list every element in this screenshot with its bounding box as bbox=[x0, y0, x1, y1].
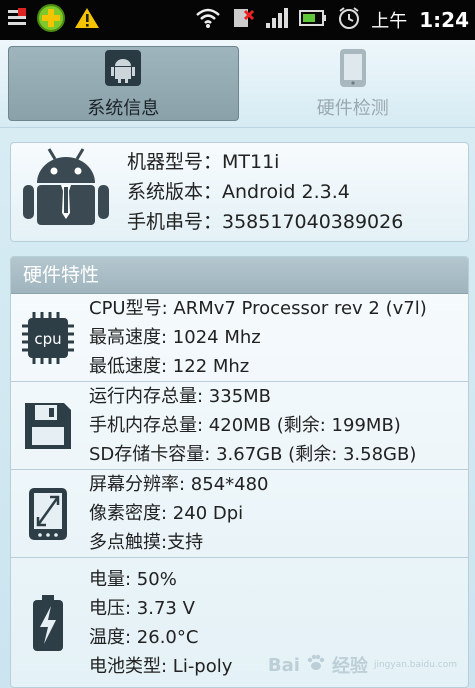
tab-bar: 系统信息 硬件检测 bbox=[0, 40, 475, 128]
multitouch-support: 多点触摸:支持 bbox=[89, 532, 204, 553]
pixel-density: 像素密度: 240 Dpi bbox=[89, 503, 244, 524]
cpu-lines: CPU型号: ARMv7 Processor rev 2 (v7l) 最高速度:… bbox=[89, 294, 427, 381]
app-content: 系统信息 硬件检测 机器型号：MT11i 系统版本：Android 2.3.4 … bbox=[0, 40, 475, 688]
device-imei: 手机串号：358517040389026 bbox=[127, 211, 404, 233]
cpu-icon-text: cpu bbox=[34, 330, 61, 348]
tab-system-info[interactable]: 系统信息 bbox=[8, 46, 239, 121]
screen-resolution: 屏幕分辨率: 854*480 bbox=[89, 474, 269, 495]
android-robot-icon bbox=[19, 145, 113, 239]
clock-time: 1:24 bbox=[419, 8, 469, 32]
battery-icon bbox=[299, 9, 327, 31]
memory-lines: 运行内存总量: 335MB 手机内存总量: 420MB (剩余: 199MB) … bbox=[89, 382, 416, 469]
sd-card-storage: SD存储卡容量: 3.67GB (剩余: 3.58GB) bbox=[89, 444, 417, 465]
paw-icon bbox=[306, 653, 326, 678]
screen-resize-icon bbox=[19, 485, 77, 543]
baidu-watermark-brand: Bai bbox=[267, 654, 300, 676]
tab-system-info-label: 系统信息 bbox=[87, 97, 160, 119]
hardware-panel: 硬件特性 cpu CPU型号: ARMv7 Processor rev 2 (v… bbox=[10, 256, 469, 688]
cpu-model: CPU型号: ARMv7 Processor rev 2 (v7l) bbox=[89, 298, 427, 319]
baidu-watermark: Bai 经验 jingyan.baidu.com bbox=[268, 652, 457, 678]
cpu-max-speed: 最高速度: 1024 Mhz bbox=[89, 327, 261, 348]
status-bar: 上午 1:24 bbox=[0, 0, 475, 40]
battery-voltage: 电压: 3.73 V bbox=[89, 598, 195, 619]
warning-icon bbox=[74, 6, 100, 34]
wifi-icon bbox=[195, 7, 221, 33]
no-sim-icon bbox=[231, 6, 255, 34]
device-info-panel: 机器型号：MT11i 系统版本：Android 2.3.4 手机串号：35851… bbox=[10, 142, 469, 242]
baidu-watermark-suffix: 经验 bbox=[331, 656, 368, 677]
clock-ampm: 上午 bbox=[371, 11, 408, 32]
device-model: 机器型号：MT11i bbox=[127, 151, 280, 173]
battery-type: 电池类型: Li-poly bbox=[89, 656, 233, 677]
signal-icon bbox=[265, 7, 289, 33]
cpu-min-speed: 最低速度: 122 Mhz bbox=[89, 356, 250, 377]
usb-debug-icon bbox=[6, 6, 28, 34]
phone-tab-icon bbox=[333, 48, 373, 88]
floppy-disk-icon bbox=[19, 397, 77, 455]
device-info-lines: 机器型号：MT11i 系统版本：Android 2.3.4 手机串号：35851… bbox=[127, 147, 403, 237]
battery-lines: 电量: 50% 电压: 3.73 V 温度: 26.0°C 电池类型: Li-p… bbox=[89, 565, 232, 681]
battery-level: 电量: 50% bbox=[89, 569, 177, 590]
cpu-chip-icon: cpu bbox=[19, 309, 77, 367]
screen-lines: 屏幕分辨率: 854*480 像素密度: 240 Dpi 多点触摸:支持 bbox=[89, 470, 269, 557]
android-tab-icon bbox=[103, 48, 143, 88]
baidu-watermark-url: jingyan.baidu.com bbox=[373, 660, 457, 670]
alarm-icon bbox=[337, 6, 361, 34]
tab-hardware-test[interactable]: 硬件检测 bbox=[239, 46, 468, 121]
battery-temperature: 温度: 26.0°C bbox=[89, 627, 199, 648]
memory-section: 运行内存总量: 335MB 手机内存总量: 420MB (剩余: 199MB) … bbox=[11, 382, 468, 470]
battery-charge-icon bbox=[19, 594, 77, 652]
tab-hardware-test-label: 硬件检测 bbox=[316, 97, 389, 119]
phone-storage: 手机内存总量: 420MB (剩余: 199MB) bbox=[89, 415, 401, 436]
app-plus-icon bbox=[36, 3, 66, 37]
hardware-title: 硬件特性 bbox=[11, 257, 468, 294]
system-version: 系统版本：Android 2.3.4 bbox=[127, 181, 350, 203]
cpu-section: cpu CPU型号: ARMv7 Processor rev 2 (v7l) 最… bbox=[11, 294, 468, 382]
screen-section: 屏幕分辨率: 854*480 像素密度: 240 Dpi 多点触摸:支持 bbox=[11, 470, 468, 558]
ram-total: 运行内存总量: 335MB bbox=[89, 386, 272, 407]
